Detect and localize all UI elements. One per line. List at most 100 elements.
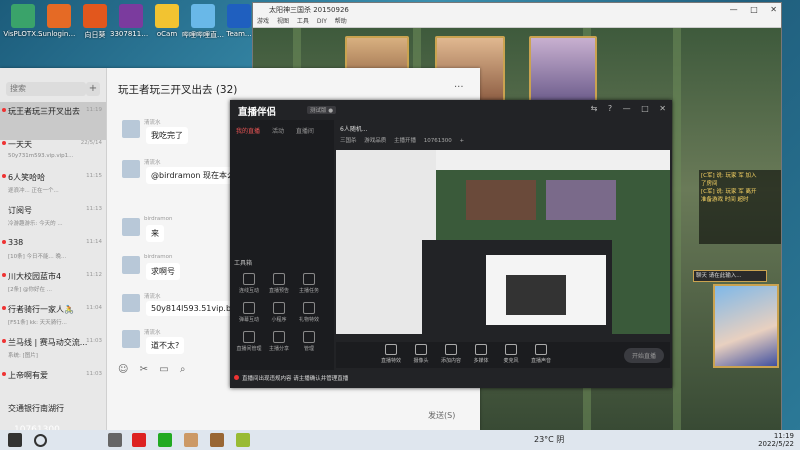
toolbox-item[interactable]: 连线互动: [234, 273, 264, 294]
toolbox-item[interactable]: 弹幕互动: [234, 302, 264, 323]
menu-view[interactable]: 视图: [277, 18, 289, 25]
unread-dot: [2, 174, 6, 178]
close-button[interactable]: ✕: [770, 5, 777, 14]
control-label: 添加内容: [440, 358, 461, 364]
taskbar-app-icon[interactable]: [132, 433, 146, 447]
scissors-icon[interactable]: ✂: [140, 364, 148, 375]
minimize-button[interactable]: —: [623, 104, 631, 113]
minimize-button[interactable]: —: [730, 5, 738, 14]
avatar[interactable]: [122, 256, 140, 274]
toolbox-item[interactable]: 直播间管理: [234, 331, 264, 352]
control-bar-button[interactable]: 添加内容: [436, 344, 466, 364]
more-icon[interactable]: ···: [454, 82, 464, 93]
stream-preview[interactable]: [336, 150, 670, 334]
unread-dot: [2, 306, 6, 310]
chat-line: [C军] 说: 玩家 军 加入: [701, 173, 757, 179]
search-icon[interactable]: [34, 434, 47, 447]
close-button[interactable]: ✕: [659, 104, 666, 113]
scene-tabs: 三国杀 游戏品质 主播开播 10761300 +: [340, 136, 470, 144]
control-bar-button[interactable]: 直播声音: [526, 344, 556, 364]
taskbar-app-icon[interactable]: [158, 433, 172, 447]
tool-icon: [273, 302, 285, 314]
scene-tab[interactable]: 主播开播: [394, 138, 416, 144]
sender-name: 清流水: [144, 294, 161, 300]
scene-tab[interactable]: 三国杀: [340, 138, 357, 144]
toolbox-item[interactable]: 直播预告: [264, 273, 294, 294]
menu-diy[interactable]: DIY: [317, 18, 327, 25]
message-bubble: @birdramon 现在本么: [146, 167, 241, 184]
taskbar-app-icon[interactable]: [184, 433, 198, 447]
emoji-icon[interactable]: ☺: [118, 364, 128, 375]
avatar[interactable]: [122, 160, 140, 178]
game-chat-input[interactable]: 聊天 请在此输入...: [693, 270, 767, 282]
start-icon[interactable]: [8, 433, 22, 447]
tool-icon: [243, 302, 255, 314]
sender-name: birdramon: [144, 216, 173, 222]
app-icon: [191, 4, 215, 28]
toolbox-item[interactable]: 管理: [294, 331, 324, 352]
menu-help[interactable]: 帮助: [335, 18, 347, 25]
start-live-button[interactable]: 开始直播: [623, 348, 664, 363]
live-assistant-window[interactable]: 直播伴侣 测试版 ● ⇆ ? — □ ✕ 我的直播 活动 直播间 工具箱 连线互…: [230, 100, 672, 388]
tab-activity[interactable]: 活动: [272, 128, 284, 135]
maximize-button[interactable]: □: [750, 5, 758, 14]
toolbox: 工具箱 连线互动 直播预告 主播任务 弹幕互动 小程序 礼物特效 直播间管理 主播分享 管理: [234, 258, 330, 360]
menu-tools[interactable]: 工具: [297, 18, 309, 25]
search-input[interactable]: 搜索: [6, 82, 86, 96]
chat-line: [C军] 说: 玩家 军 离开: [701, 189, 757, 195]
taskbar-app-icon[interactable]: [210, 433, 224, 447]
toolbox-item[interactable]: 主播分享: [264, 331, 294, 352]
chat-line: 准备游戏 时间 超时: [701, 197, 749, 203]
avatar[interactable]: [122, 330, 140, 348]
switch-icon[interactable]: ⇆: [591, 104, 598, 113]
app-logo: 直播伴侣: [238, 107, 277, 118]
chat-toolbar: ☺ ✂ ▭ ⌕: [118, 364, 193, 375]
conversation-name: 玩王者玩三开叉出去: [8, 107, 80, 116]
control-bar-button[interactable]: 麦克风: [496, 344, 526, 364]
conversation-name: 一天天: [8, 140, 32, 149]
control-label: 直播声音: [530, 358, 551, 364]
scene-tab[interactable]: 10761300: [424, 138, 452, 144]
toolbox-item[interactable]: 小程序: [264, 302, 294, 323]
send-button[interactable]: 发送(S): [428, 410, 455, 421]
toolbox-item[interactable]: 主播任务: [294, 273, 324, 294]
avatar[interactable]: [122, 218, 140, 236]
game-title-bar: 太阳神三国杀 20150926 — □ ✕: [253, 3, 781, 17]
tab-my-live[interactable]: 我的直播: [236, 128, 260, 135]
avatar[interactable]: [122, 120, 140, 138]
folder-icon[interactable]: ▭: [159, 364, 168, 375]
scene-tab[interactable]: 游戏品质: [364, 138, 386, 144]
add-scene-tab[interactable]: +: [460, 138, 465, 144]
player-card[interactable]: [529, 36, 597, 106]
tab-room[interactable]: 直播间: [296, 128, 314, 135]
preview-capture: [336, 150, 670, 334]
control-label: 摄像头: [413, 358, 429, 364]
add-button[interactable]: +: [86, 82, 100, 96]
weather-widget[interactable]: 23°C 阴: [534, 434, 564, 445]
taskbar-app-icon[interactable]: [108, 433, 122, 447]
version-badge: 测试版 ●: [307, 106, 337, 114]
control-bar-button[interactable]: 摄像头: [406, 344, 436, 364]
clock[interactable]: 11:19 2022/5/22: [758, 432, 794, 448]
unread-dot: [2, 141, 6, 145]
history-icon[interactable]: ⌕: [180, 364, 186, 375]
menu-game[interactable]: 游戏: [257, 18, 269, 25]
control-bar-button[interactable]: 多媒体: [466, 344, 496, 364]
help-icon[interactable]: ?: [608, 104, 612, 113]
control-bar-button[interactable]: 直播特效: [376, 344, 406, 364]
conversation-time: 11:15: [86, 173, 102, 179]
tool-label: 礼物特效: [298, 317, 319, 323]
control-label: 麦克风: [503, 358, 519, 364]
avatar[interactable]: [122, 294, 140, 312]
toolbox-item[interactable]: 礼物特效: [294, 302, 324, 323]
taskbar: 23°C 阴 11:19 2022/5/22: [0, 430, 800, 450]
message-bubble: 道不太?: [146, 337, 185, 354]
time: 11:19: [773, 432, 794, 440]
hero-portrait[interactable]: [713, 284, 779, 368]
taskbar-app-icon[interactable]: [236, 433, 250, 447]
scene-name[interactable]: 6人随机...: [340, 124, 368, 133]
unread-dot: [2, 108, 6, 112]
maximize-button[interactable]: □: [641, 104, 649, 113]
tool-label: 直播预告: [268, 288, 289, 294]
app-icon: [83, 4, 107, 28]
